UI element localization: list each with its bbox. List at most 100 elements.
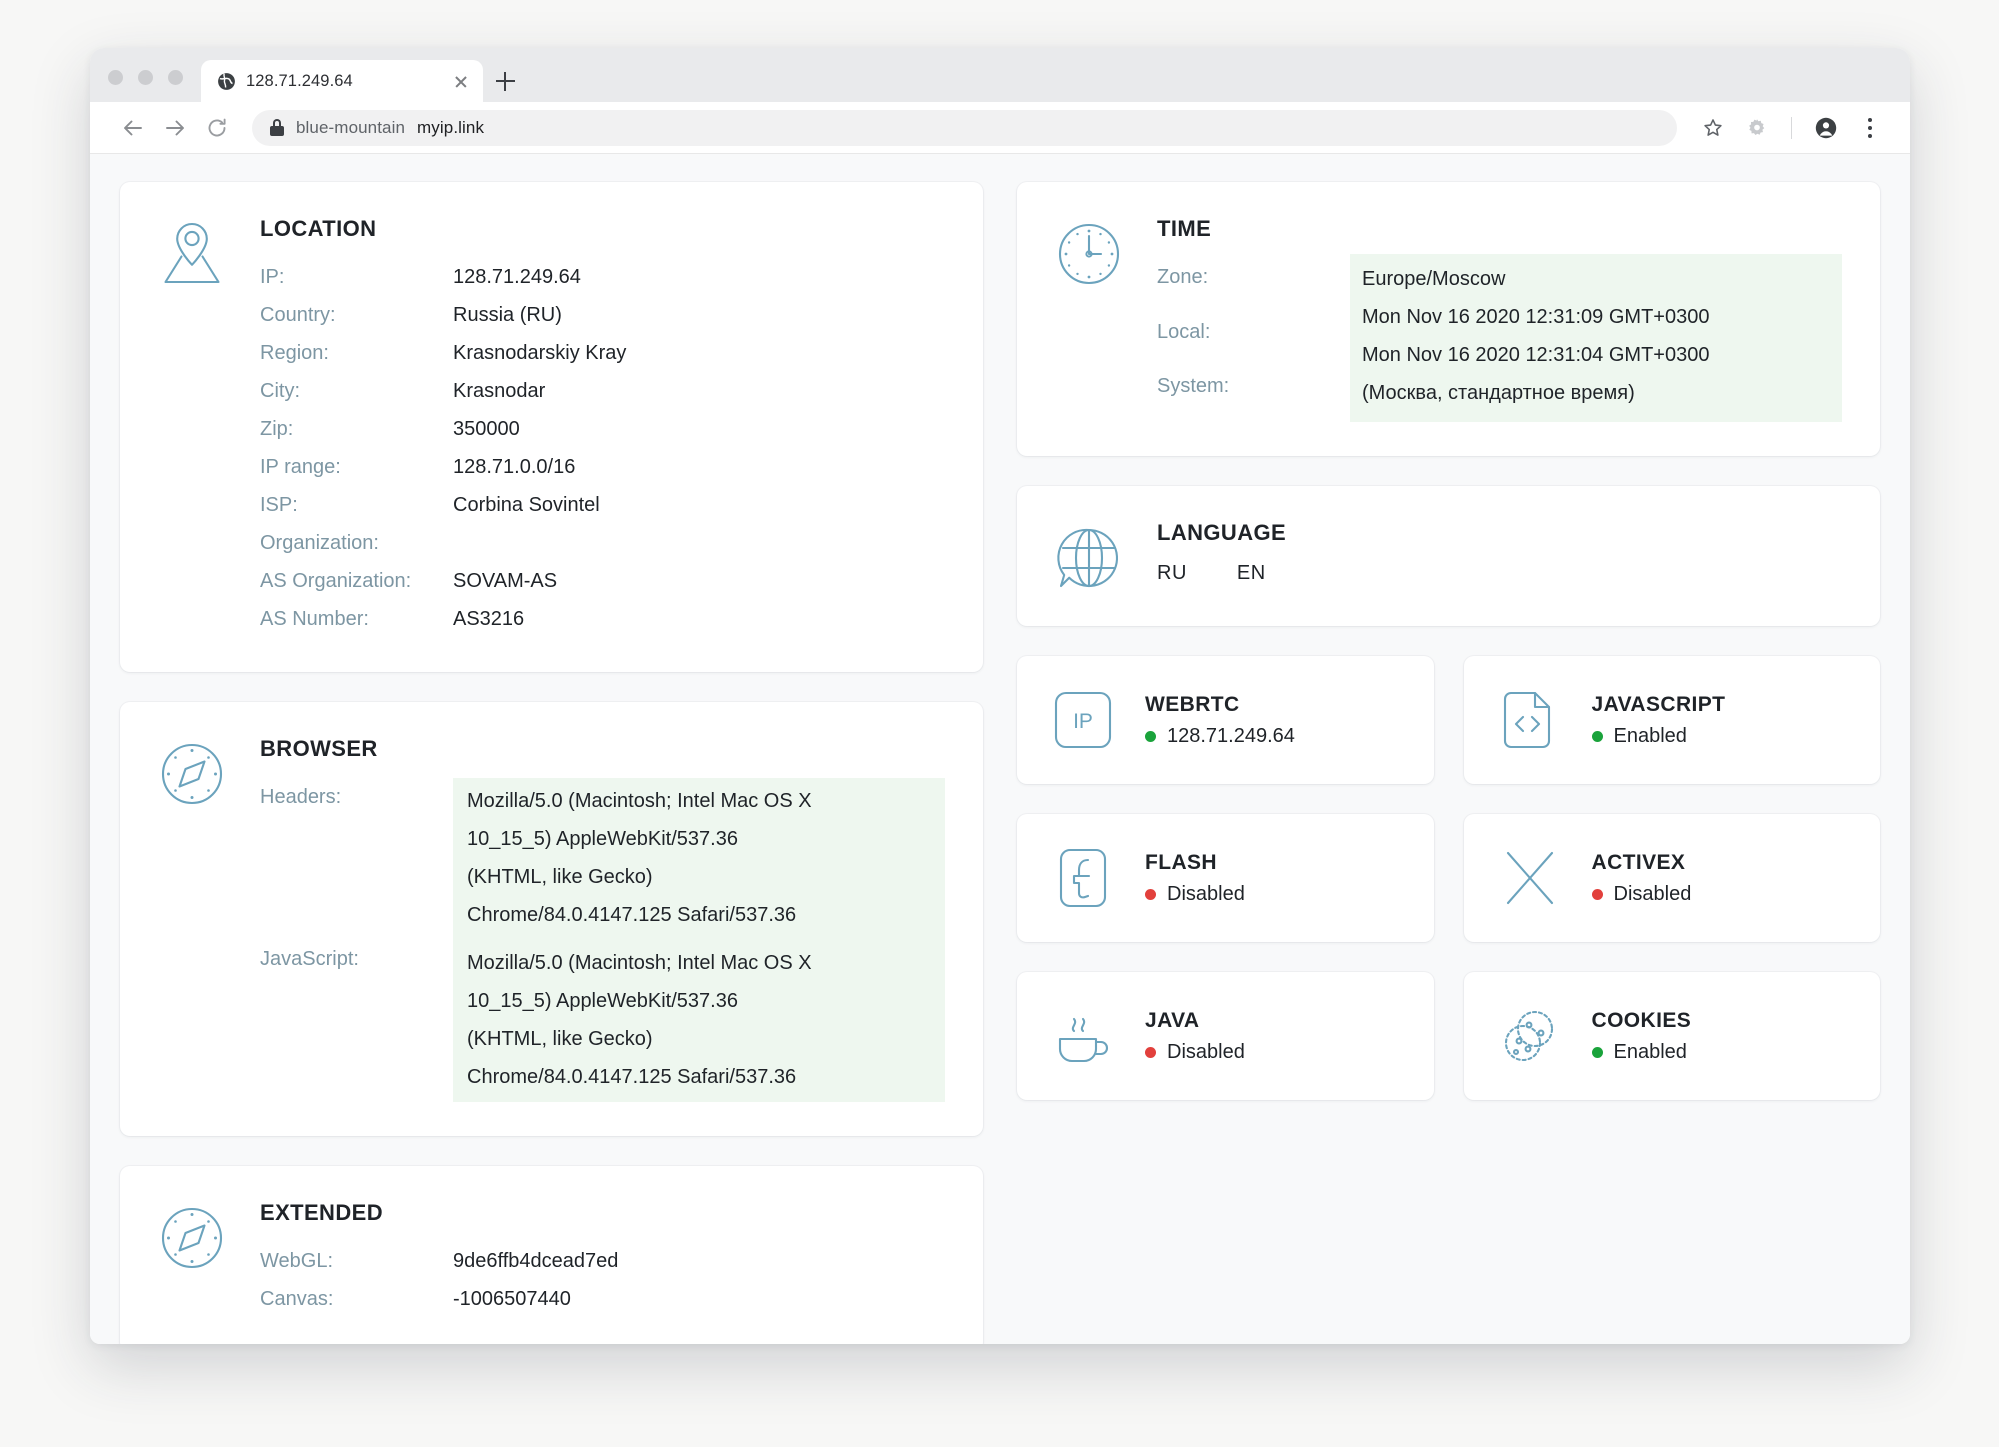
status-dot (1145, 888, 1156, 900)
javascript-body: JAVASCRIPT Enabled (1591, 693, 1726, 748)
row-value: 9de6ffb4dcead7ed (453, 1250, 619, 1272)
location-body: LOCATION IP: 128.71.249.64 Country: Russ… (260, 216, 945, 638)
section-title: BROWSER (260, 736, 378, 761)
headers-value: Mozilla/5.0 (Macintosh; Intel Mac OS X 1… (453, 778, 945, 940)
ua-line: 10_15_5) AppleWebKit/537.36 (467, 828, 738, 850)
row-value: Corbina Sovintel (453, 494, 600, 516)
close-icon[interactable] (451, 71, 471, 91)
activex-card: ACTIVEX Disabled (1463, 814, 1880, 942)
forward-button[interactable] (154, 107, 196, 149)
kebab-menu-icon (1868, 117, 1872, 138)
row-value: Krasnodar (453, 380, 546, 402)
feature-title: FLASH (1145, 850, 1217, 874)
status-text: 128.71.249.64 (1167, 724, 1295, 747)
location-rows: IP: 128.71.249.64 Country: Russia (RU) R… (260, 258, 945, 638)
back-button[interactable] (112, 107, 154, 149)
local-value: Mon Nov 16 2020 12:31:09 GMT+0300 (1362, 306, 1710, 328)
row-label: AS Number: (260, 608, 369, 630)
globe-speech-icon (1051, 520, 1127, 592)
status-text: Disabled (1167, 882, 1245, 905)
compass-icon (154, 736, 230, 808)
local-label: Local: (1157, 320, 1211, 343)
cookies-card: COOKIES Enabled (1463, 972, 1880, 1100)
system-value-note: (Москва, стандартное время) (1362, 382, 1635, 404)
ip-box-icon: IP (1045, 689, 1121, 751)
row-label: WebGL: (260, 1250, 333, 1272)
feature-title: WEBRTC (1145, 692, 1240, 716)
status-badge: 128.71.249.64 (1145, 725, 1295, 748)
section-title: EXTENDED (260, 1200, 383, 1225)
svg-text:IP: IP (1073, 710, 1093, 733)
compass-icon (154, 1200, 230, 1272)
page-viewport[interactable]: LOCATION IP: 128.71.249.64 Country: Russ… (90, 154, 1910, 1344)
time-body: TIME Zone: Europe/Moscow Mon Nov 16 2020… (1157, 216, 1842, 422)
close-window-button[interactable] (108, 70, 123, 85)
bookmark-star-icon (1704, 118, 1722, 136)
ua-line: Mozilla/5.0 (Macintosh; Intel Mac OS X (467, 790, 812, 812)
row-value: 350000 (453, 418, 520, 440)
clock-icon (1051, 216, 1127, 288)
ua-line: Mozilla/5.0 (Macintosh; Intel Mac OS X (467, 952, 812, 974)
section-title: LANGUAGE (1157, 520, 1287, 545)
lock-icon (270, 119, 284, 136)
activex-body: ACTIVEX Disabled (1591, 850, 1692, 906)
browser-card: BROWSER Headers: Mozilla/5.0 (Macintosh;… (120, 702, 983, 1136)
plus-icon (495, 71, 515, 91)
ua-line: (KHTML, like Gecko) (467, 1028, 653, 1050)
extended-rows: WebGL: 9de6ffb4dcead7ed Canvas: -1006507… (260, 1242, 945, 1318)
flash-card: FLASH Disabled (1017, 814, 1434, 942)
back-icon (124, 120, 142, 135)
feature-title: ACTIVEX (1591, 850, 1686, 874)
status-text: Disabled (1613, 882, 1692, 905)
menu-button[interactable] (1850, 108, 1890, 148)
row-value: AS3216 (453, 608, 525, 630)
ua-line: Chrome/84.0.4147.125 Safari/537.36 (467, 1066, 797, 1088)
address-bar[interactable]: blue-mountain myip.link (252, 109, 1677, 146)
browser-rows: Headers: Mozilla/5.0 (Macintosh; Intel M… (260, 778, 945, 1102)
row-label: Country: (260, 304, 336, 326)
row-value: -1006507440 (453, 1288, 571, 1310)
status-badge: Disabled (1145, 883, 1245, 906)
settings-button[interactable] (1737, 108, 1777, 148)
bookmark-button[interactable] (1693, 108, 1733, 148)
system-value: Mon Nov 16 2020 12:31:04 GMT+0300 (1362, 344, 1710, 366)
page-title: LOCATION (260, 216, 377, 241)
javascript-label: JavaScript: (260, 948, 359, 970)
feature-grid: IP WEBRTC 128.71.249.64 JAVASCRIPT Enabl… (1017, 656, 1880, 1100)
status-dot (1591, 1046, 1603, 1058)
java-card: JAVA Disabled (1017, 972, 1434, 1100)
cookies-body: COOKIES Enabled (1591, 1008, 1692, 1064)
ua-line: 10_15_5) AppleWebKit/537.36 (467, 990, 738, 1012)
headers-label: Headers: (260, 786, 342, 808)
language-body: LANGUAGE RU EN (1157, 520, 1842, 585)
row-label: IP range: (260, 456, 341, 478)
window-controls[interactable] (108, 70, 201, 102)
reload-button[interactable] (196, 107, 238, 149)
browser-toolbar: blue-mountain myip.link (90, 102, 1910, 154)
language-codes: RU EN (1157, 562, 1842, 585)
browser-tab[interactable]: 128.71.249.64 (201, 60, 483, 102)
row-label: Organization: (260, 532, 379, 554)
webrtc-body: WEBRTC 128.71.249.64 (1145, 693, 1295, 748)
feature-title: COOKIES (1591, 1008, 1692, 1032)
coffee-cup-icon (1045, 1005, 1121, 1067)
time-card: TIME Zone: Europe/Moscow Mon Nov 16 2020… (1017, 182, 1880, 456)
row-label: AS Organization: (260, 570, 412, 592)
new-tab-button[interactable] (483, 60, 527, 102)
system-label: System: (1157, 375, 1230, 398)
feature-title: JAVA (1145, 1008, 1200, 1032)
row-label: Zip: (260, 418, 294, 440)
status-badge: Disabled (1591, 882, 1692, 906)
profile-button[interactable] (1806, 108, 1846, 148)
omnibox-profile-label: blue-mountain (296, 117, 406, 137)
row-value: Russia (RU) (453, 304, 562, 326)
flash-icon (1045, 847, 1121, 909)
map-pin-icon (154, 216, 230, 290)
maximize-window-button[interactable] (168, 70, 183, 85)
section-title: TIME (1157, 216, 1212, 241)
time-rows: Zone: Europe/Moscow Mon Nov 16 2020 12:3… (1157, 254, 1842, 422)
minimize-window-button[interactable] (138, 70, 153, 85)
row-label: Canvas: (260, 1288, 334, 1310)
javascript-value: Mozilla/5.0 (Macintosh; Intel Mac OS X 1… (453, 940, 945, 1102)
desktop-background: 128.71.249.64 blue-mountain myip.link LO… (0, 0, 1999, 1447)
